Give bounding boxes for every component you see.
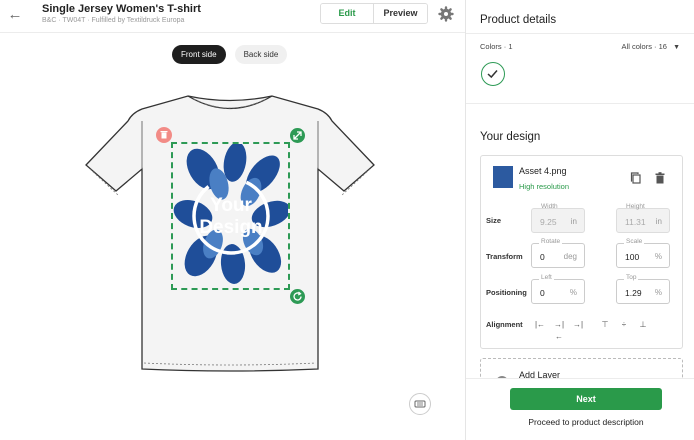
- height-field: Height 11.31 in: [616, 203, 670, 233]
- scale-value: 100: [625, 252, 640, 262]
- gear-icon[interactable]: [438, 6, 454, 22]
- resolution-badge: High resolution: [519, 182, 570, 191]
- alignment-buttons: |← →|← →| ⊤ ÷ ⊥: [533, 319, 650, 341]
- align-center-horizontal-icon[interactable]: →|←: [552, 319, 566, 341]
- rotate-handle-icon[interactable]: [290, 289, 305, 304]
- positioning-label: Positioning: [486, 288, 527, 297]
- align-left-icon[interactable]: |←: [533, 319, 547, 331]
- width-value: 9.25: [540, 217, 557, 227]
- top-input[interactable]: Top 1.29 %: [616, 274, 670, 304]
- design-artwork[interactable]: Your Design: [171, 142, 291, 290]
- left-input[interactable]: Left 0 %: [531, 274, 585, 304]
- back-arrow-icon[interactable]: ←: [6, 7, 24, 23]
- product-details-heading: Product details: [480, 14, 557, 26]
- duplicate-icon[interactable]: [629, 171, 643, 185]
- product-editor: ← Single Jersey Women's T-shirt B&C · TW…: [0, 0, 694, 440]
- chevron-down-icon: ▼: [673, 44, 680, 51]
- left-caption: Left: [539, 274, 554, 281]
- rotate-caption: Rotate: [539, 238, 563, 245]
- rotate-value: 0: [540, 252, 545, 262]
- mode-switch: Edit Preview: [320, 3, 428, 24]
- your-design-heading: Your design: [480, 131, 541, 143]
- top-value: 1.29: [625, 288, 642, 298]
- keyboard-shortcuts-icon[interactable]: [409, 393, 431, 415]
- scale-caption: Scale: [624, 238, 645, 245]
- height-caption: Height: [626, 203, 645, 210]
- all-colors-label: All colors · 16: [621, 42, 667, 51]
- trash-icon[interactable]: [653, 171, 667, 185]
- scale-unit: %: [654, 252, 662, 261]
- layer-card: Asset 4.png High resolution Size Width 9…: [480, 155, 683, 349]
- height-value: 11.31: [625, 217, 646, 227]
- alignment-label: Alignment: [486, 320, 523, 329]
- top-caption: Top: [624, 274, 639, 281]
- width-field: Width 9.25 in: [531, 203, 585, 233]
- side-panel: Product details Colors · 1 All colors · …: [465, 0, 694, 440]
- design-text-design: Design: [199, 217, 262, 238]
- design-text-your: Your: [210, 195, 252, 216]
- next-button[interactable]: Next: [510, 388, 662, 410]
- scale-input[interactable]: Scale 100 %: [616, 238, 670, 268]
- divider: [466, 103, 694, 104]
- align-right-icon[interactable]: →|: [571, 319, 585, 331]
- asset-thumbnail: [493, 166, 513, 188]
- side-switch: Front side Back side: [172, 45, 288, 64]
- asset-name: Asset 4.png: [519, 166, 567, 176]
- width-caption: Width: [541, 203, 558, 210]
- design-canvas: Front side Back side Your Design: [0, 33, 465, 440]
- colors-count: Colors · 1: [480, 42, 513, 51]
- edit-button[interactable]: Edit: [321, 4, 374, 23]
- width-unit: in: [570, 217, 577, 226]
- left-unit: %: [569, 288, 577, 297]
- all-colors-dropdown[interactable]: All colors · 16 ▼: [622, 42, 680, 51]
- product-subtitle: B&C · TW04T · Fulfilled by Textildruck E…: [42, 17, 185, 24]
- tropical-leaves-graphic: Your Design: [173, 142, 291, 284]
- color-swatch-white[interactable]: [481, 62, 505, 86]
- rotate-unit: deg: [563, 252, 577, 261]
- check-icon: [487, 70, 498, 79]
- proceed-hint: Proceed to product description: [528, 417, 644, 427]
- panel-footer: Next Proceed to product description: [466, 378, 694, 440]
- transform-label: Transform: [486, 252, 523, 261]
- back-side-button[interactable]: Back side: [234, 45, 288, 64]
- resize-handle-icon[interactable]: [290, 128, 305, 143]
- top-unit: %: [654, 288, 662, 297]
- delete-handle-icon[interactable]: [156, 127, 172, 143]
- align-center-vertical-icon[interactable]: ÷: [617, 319, 631, 331]
- top-bar: ← Single Jersey Women's T-shirt B&C · TW…: [0, 0, 465, 33]
- align-bottom-icon[interactable]: ⊥: [636, 319, 650, 331]
- size-label: Size: [486, 216, 502, 225]
- product-title: Single Jersey Women's T-shirt: [42, 3, 201, 15]
- divider: [466, 33, 694, 34]
- preview-button[interactable]: Preview: [374, 4, 427, 23]
- front-side-button[interactable]: Front side: [172, 45, 226, 64]
- align-top-icon[interactable]: ⊤: [598, 319, 612, 331]
- rotate-input[interactable]: Rotate 0 deg: [531, 238, 585, 268]
- left-value: 0: [540, 288, 545, 298]
- height-unit: in: [655, 217, 662, 226]
